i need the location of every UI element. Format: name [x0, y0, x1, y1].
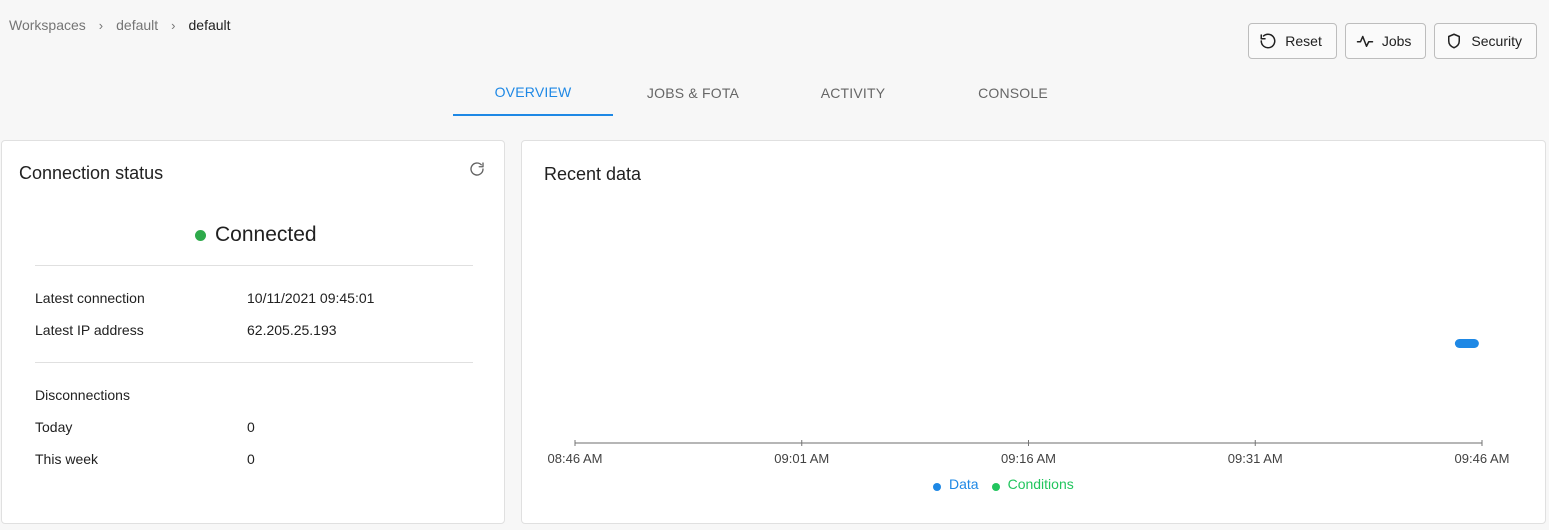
jobs-button[interactable]: Jobs: [1344, 23, 1427, 59]
x-tick-label: 09:16 AM: [1001, 451, 1056, 466]
tab-jobs-fota[interactable]: JOBS & FOTA: [613, 70, 773, 116]
legend-dot-icon: [933, 483, 941, 491]
breadcrumb-separator: ›: [171, 17, 176, 33]
status-dot-icon: [195, 229, 206, 241]
reset-button[interactable]: Reset: [1248, 23, 1337, 59]
breadcrumb-current: default: [188, 17, 231, 33]
data-point[interactable]: [1454, 339, 1479, 348]
status-text: Connected: [215, 223, 317, 246]
reset-label: Reset: [1285, 33, 1322, 49]
divider: [35, 265, 473, 266]
card-title: Connection status: [19, 163, 164, 183]
security-button[interactable]: Security: [1434, 23, 1537, 59]
recent-data-chart: 08:46 AM 09:01 AM 09:16 AM 09:31 AM 09:46 AM: [548, 339, 1510, 466]
reset-icon: [1260, 33, 1276, 49]
disconnections-label: Disconnections: [35, 387, 130, 403]
top-actions: Reset Jobs Security: [1248, 23, 1537, 59]
refresh-icon[interactable]: [468, 160, 486, 178]
legend-label: Conditions: [1007, 476, 1074, 492]
breadcrumb-workspaces[interactable]: Workspaces: [9, 17, 86, 33]
breadcrumb-separator: ›: [98, 17, 104, 33]
divider: [35, 362, 473, 363]
today-label: Today: [35, 419, 73, 435]
latest-ip-value: 62.205.25.193: [247, 322, 337, 338]
tab-bar: OVERVIEW JOBS & FOTA ACTIVITY CONSOLE: [453, 70, 1093, 116]
legend-label: Data: [949, 476, 979, 492]
tab-activity[interactable]: ACTIVITY: [773, 70, 933, 116]
shield-icon: [1448, 33, 1461, 49]
activity-icon: [1356, 35, 1374, 47]
latest-connection-value: 10/11/2021 09:45:01: [247, 290, 375, 306]
connection-status-card: Connection status Connected Latest conne…: [1, 140, 505, 524]
security-label: Security: [1471, 33, 1522, 49]
x-tick-label: 09:01 AM: [774, 451, 829, 466]
chart-legend: Data Conditions: [933, 476, 1087, 492]
legend-item[interactable]: Conditions: [991, 476, 1074, 492]
jobs-label: Jobs: [1381, 33, 1412, 49]
tab-console[interactable]: CONSOLE: [933, 70, 1093, 116]
this-week-value: 0: [247, 451, 255, 467]
legend-item[interactable]: Data: [933, 476, 979, 492]
this-week-label: This week: [35, 451, 99, 467]
x-tick-label: 09:31 AM: [1228, 451, 1283, 466]
breadcrumb-workspace-default[interactable]: default: [116, 17, 158, 33]
tab-overview[interactable]: OVERVIEW: [453, 70, 613, 116]
connection-status: Connected: [195, 223, 317, 247]
x-tick-label: 09:46 AM: [1455, 451, 1510, 466]
breadcrumb: Workspaces › default › default: [9, 17, 231, 33]
legend-dot-icon: [991, 483, 1000, 491]
latest-connection-label: Latest connection: [35, 290, 145, 306]
today-value: 0: [247, 419, 255, 435]
recent-data-card: Recent data 08:46 AM 09:01 AM 09:16 AM 09:3…: [521, 140, 1546, 524]
x-tick-label: 08:46 AM: [548, 451, 603, 466]
latest-ip-label: Latest IP address: [35, 322, 144, 338]
